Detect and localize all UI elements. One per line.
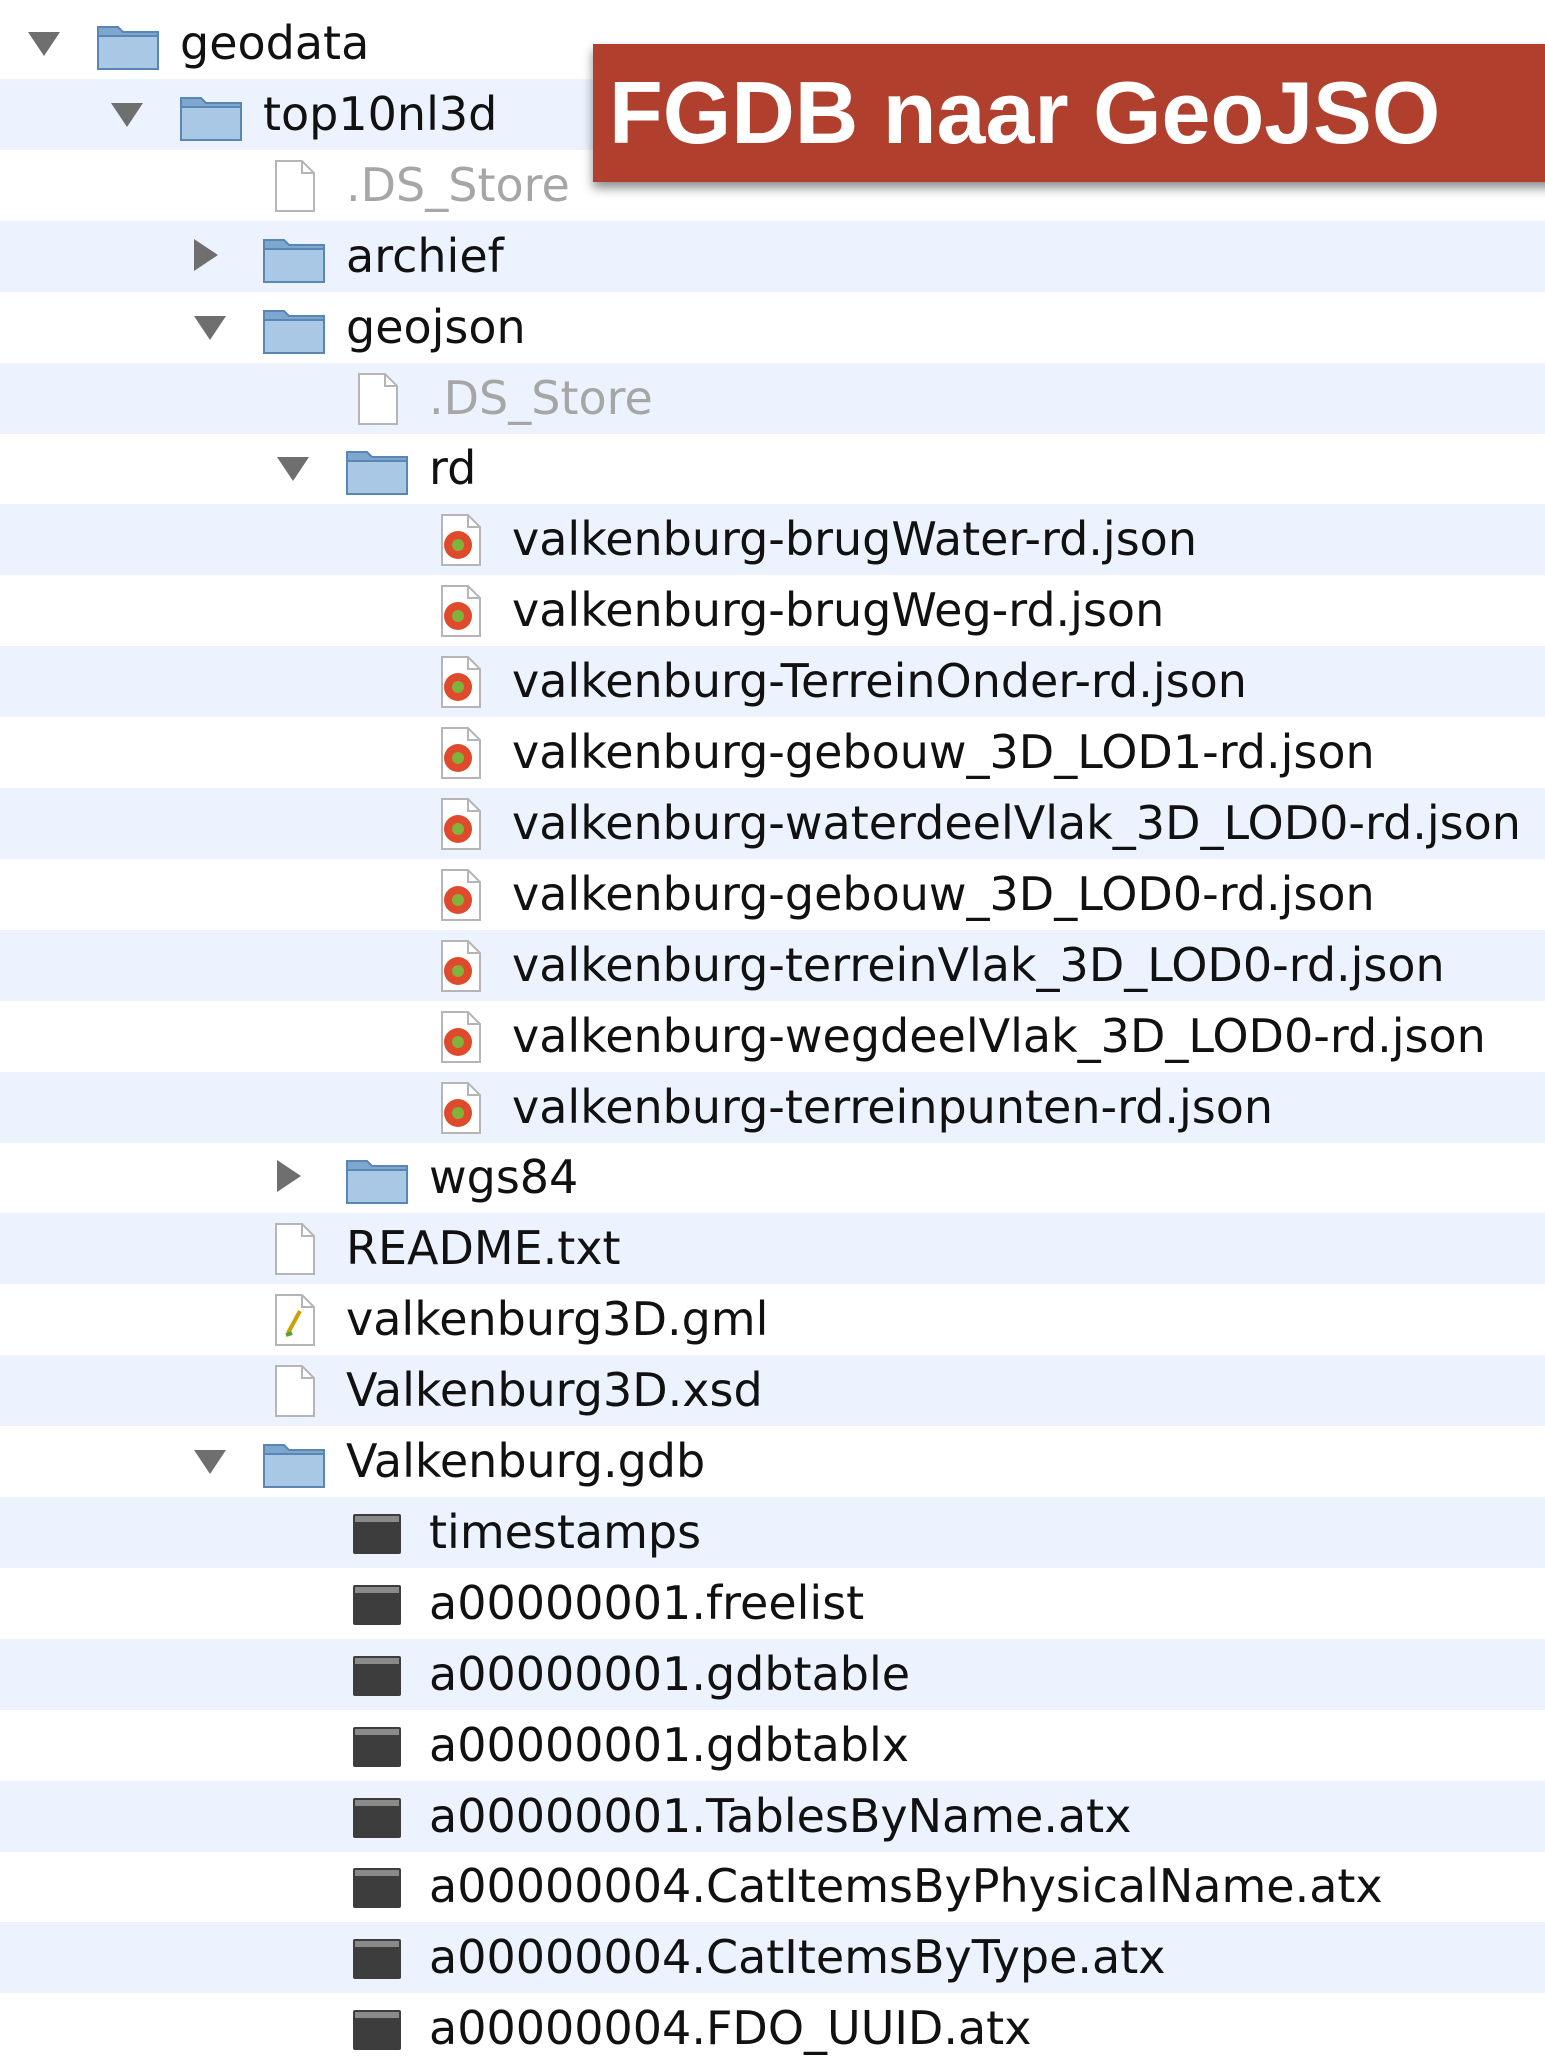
json-file-icon [428, 1081, 492, 1135]
tree-row-label: archief [346, 228, 504, 283]
tree-row-label: geojson [346, 299, 526, 354]
folder-icon [179, 88, 243, 142]
tree-row-label: top10nl3d [263, 86, 498, 141]
tree-row-label: valkenburg-TerreinOnder-rd.json [512, 654, 1247, 709]
tree-row[interactable]: README.txt [0, 1213, 1545, 1285]
tree-row-label: valkenburg-wegdeelVlak_3D_LOD0-rd.json [512, 1008, 1486, 1063]
tree-row[interactable]: a00000004.CatItemsByPhysicalName.atx [0, 1851, 1545, 1922]
document-icon [262, 1364, 326, 1418]
tree-row-label: Valkenburg.gdb [346, 1434, 706, 1488]
json-file-icon [428, 726, 492, 780]
tree-row[interactable]: a00000001.gdbtablx [0, 1710, 1545, 1781]
document-icon [345, 372, 409, 426]
file-tree: geodata top10nl3d .DS_Store archief geojson.… [0, 0, 1545, 2055]
tree-row-label: a00000001.TablesByName.atx [429, 1788, 1132, 1843]
folder-icon [345, 442, 409, 496]
tree-row[interactable]: archief [0, 220, 1545, 292]
binary-file-icon [345, 2002, 409, 2056]
tree-row[interactable]: valkenburg-terreinVlak_3D_LOD0-rd.json [0, 929, 1545, 1001]
json-file-icon [428, 655, 492, 709]
tree-row-label: valkenburg-terreinVlak_3D_LOD0-rd.json [512, 937, 1445, 992]
tree-row[interactable]: rd [0, 433, 1545, 504]
folder-icon [262, 301, 326, 355]
tree-row-label: valkenburg-brugWeg-rd.json [512, 583, 1165, 638]
binary-file-icon [345, 1577, 409, 1631]
tree-row[interactable]: valkenburg3D.gml [0, 1284, 1545, 1355]
tree-row-label: a00000001.gdbtablx [429, 1717, 909, 1772]
tree-row-label: Valkenburg3D.xsd [346, 1363, 763, 1418]
tree-row[interactable]: a00000001.gdbtable [0, 1638, 1545, 1710]
tree-row[interactable]: valkenburg-gebouw_3D_LOD1-rd.json [0, 717, 1545, 788]
disclosure-open-icon[interactable] [277, 457, 309, 482]
tree-row-label: .DS_Store [346, 157, 570, 212]
tree-row-label: a00000004.CatItemsByPhysicalName.atx [429, 1859, 1383, 1914]
json-file-icon [428, 939, 492, 993]
disclosure-open-icon[interactable] [194, 315, 226, 340]
json-file-icon [428, 584, 492, 638]
binary-file-icon [345, 1790, 409, 1844]
tree-row-label: valkenburg-terreinpunten-rd.json [512, 1079, 1274, 1134]
gml-file-icon [262, 1293, 326, 1347]
tree-row[interactable]: valkenburg-terreinpunten-rd.json [0, 1071, 1545, 1143]
tree-row-label: geodata [180, 16, 370, 70]
tree-row[interactable]: valkenburg-waterdeelVlak_3D_LOD0-rd.json [0, 787, 1545, 859]
tree-row[interactable]: Valkenburg.gdb [0, 1426, 1545, 1497]
binary-file-icon [345, 1931, 409, 1985]
folder-icon [96, 17, 160, 71]
document-icon [262, 1222, 326, 1276]
binary-file-icon [345, 1860, 409, 1914]
document-icon [262, 159, 326, 213]
title-banner: FGDB naar GeoJSO [593, 44, 1545, 182]
tree-row[interactable]: a00000004.FDO_UUID.atx [0, 1993, 1545, 2064]
tree-row[interactable]: Valkenburg3D.xsd [0, 1355, 1545, 1427]
tree-row[interactable]: valkenburg-brugWeg-rd.json [0, 575, 1545, 646]
tree-row-label: valkenburg-gebouw_3D_LOD1-rd.json [512, 725, 1375, 779]
tree-row[interactable]: a00000001.freelist [0, 1568, 1545, 1639]
tree-row-label: valkenburg-gebouw_3D_LOD0-rd.json [512, 866, 1375, 921]
tree-row-label: a00000004.CatItemsByType.atx [429, 1930, 1166, 1985]
tree-row[interactable]: a00000004.CatItemsByType.atx [0, 1922, 1545, 1994]
tree-row-label: timestamps [429, 1504, 702, 1559]
binary-file-icon [345, 1648, 409, 1702]
disclosure-closed-icon[interactable] [194, 238, 218, 271]
tree-row-label: valkenburg-brugWater-rd.json [512, 512, 1197, 567]
tree-row[interactable]: wgs84 [0, 1142, 1545, 1213]
folder-icon [262, 1435, 326, 1489]
json-file-icon [428, 797, 492, 851]
tree-row-label: a00000001.gdbtable [429, 1646, 911, 1701]
tree-row-label: a00000001.freelist [429, 1575, 865, 1630]
tree-row[interactable]: geojson [0, 292, 1545, 363]
tree-row-label: valkenburg3D.gml [346, 1292, 769, 1347]
tree-row-label: a00000004.FDO_UUID.atx [429, 2001, 1032, 2056]
tree-row-label: valkenburg-waterdeelVlak_3D_LOD0-rd.json [512, 795, 1521, 850]
disclosure-closed-icon[interactable] [277, 1160, 301, 1193]
json-file-icon [428, 868, 492, 922]
binary-file-icon [345, 1506, 409, 1560]
tree-row-label: rd [429, 441, 477, 496]
tree-row[interactable]: .DS_Store [0, 362, 1545, 434]
json-file-icon [428, 513, 492, 567]
tree-row[interactable]: valkenburg-TerreinOnder-rd.json [0, 646, 1545, 718]
tree-row-label: README.txt [346, 1221, 621, 1276]
tree-row[interactable]: valkenburg-brugWater-rd.json [0, 504, 1545, 576]
tree-row[interactable]: timestamps [0, 1496, 1545, 1568]
folder-icon [345, 1151, 409, 1205]
tree-row-label: wgs84 [429, 1150, 579, 1205]
folder-icon [262, 230, 326, 284]
disclosure-open-icon[interactable] [28, 32, 60, 56]
tree-row-label: .DS_Store [429, 370, 653, 425]
tree-row[interactable]: valkenburg-gebouw_3D_LOD0-rd.json [0, 859, 1545, 930]
json-file-icon [428, 1010, 492, 1064]
binary-file-icon [345, 1719, 409, 1773]
tree-row[interactable]: a00000001.TablesByName.atx [0, 1780, 1545, 1852]
tree-row[interactable]: valkenburg-wegdeelVlak_3D_LOD0-rd.json [0, 1001, 1545, 1072]
disclosure-open-icon[interactable] [111, 102, 143, 127]
disclosure-open-icon[interactable] [194, 1450, 226, 1474]
